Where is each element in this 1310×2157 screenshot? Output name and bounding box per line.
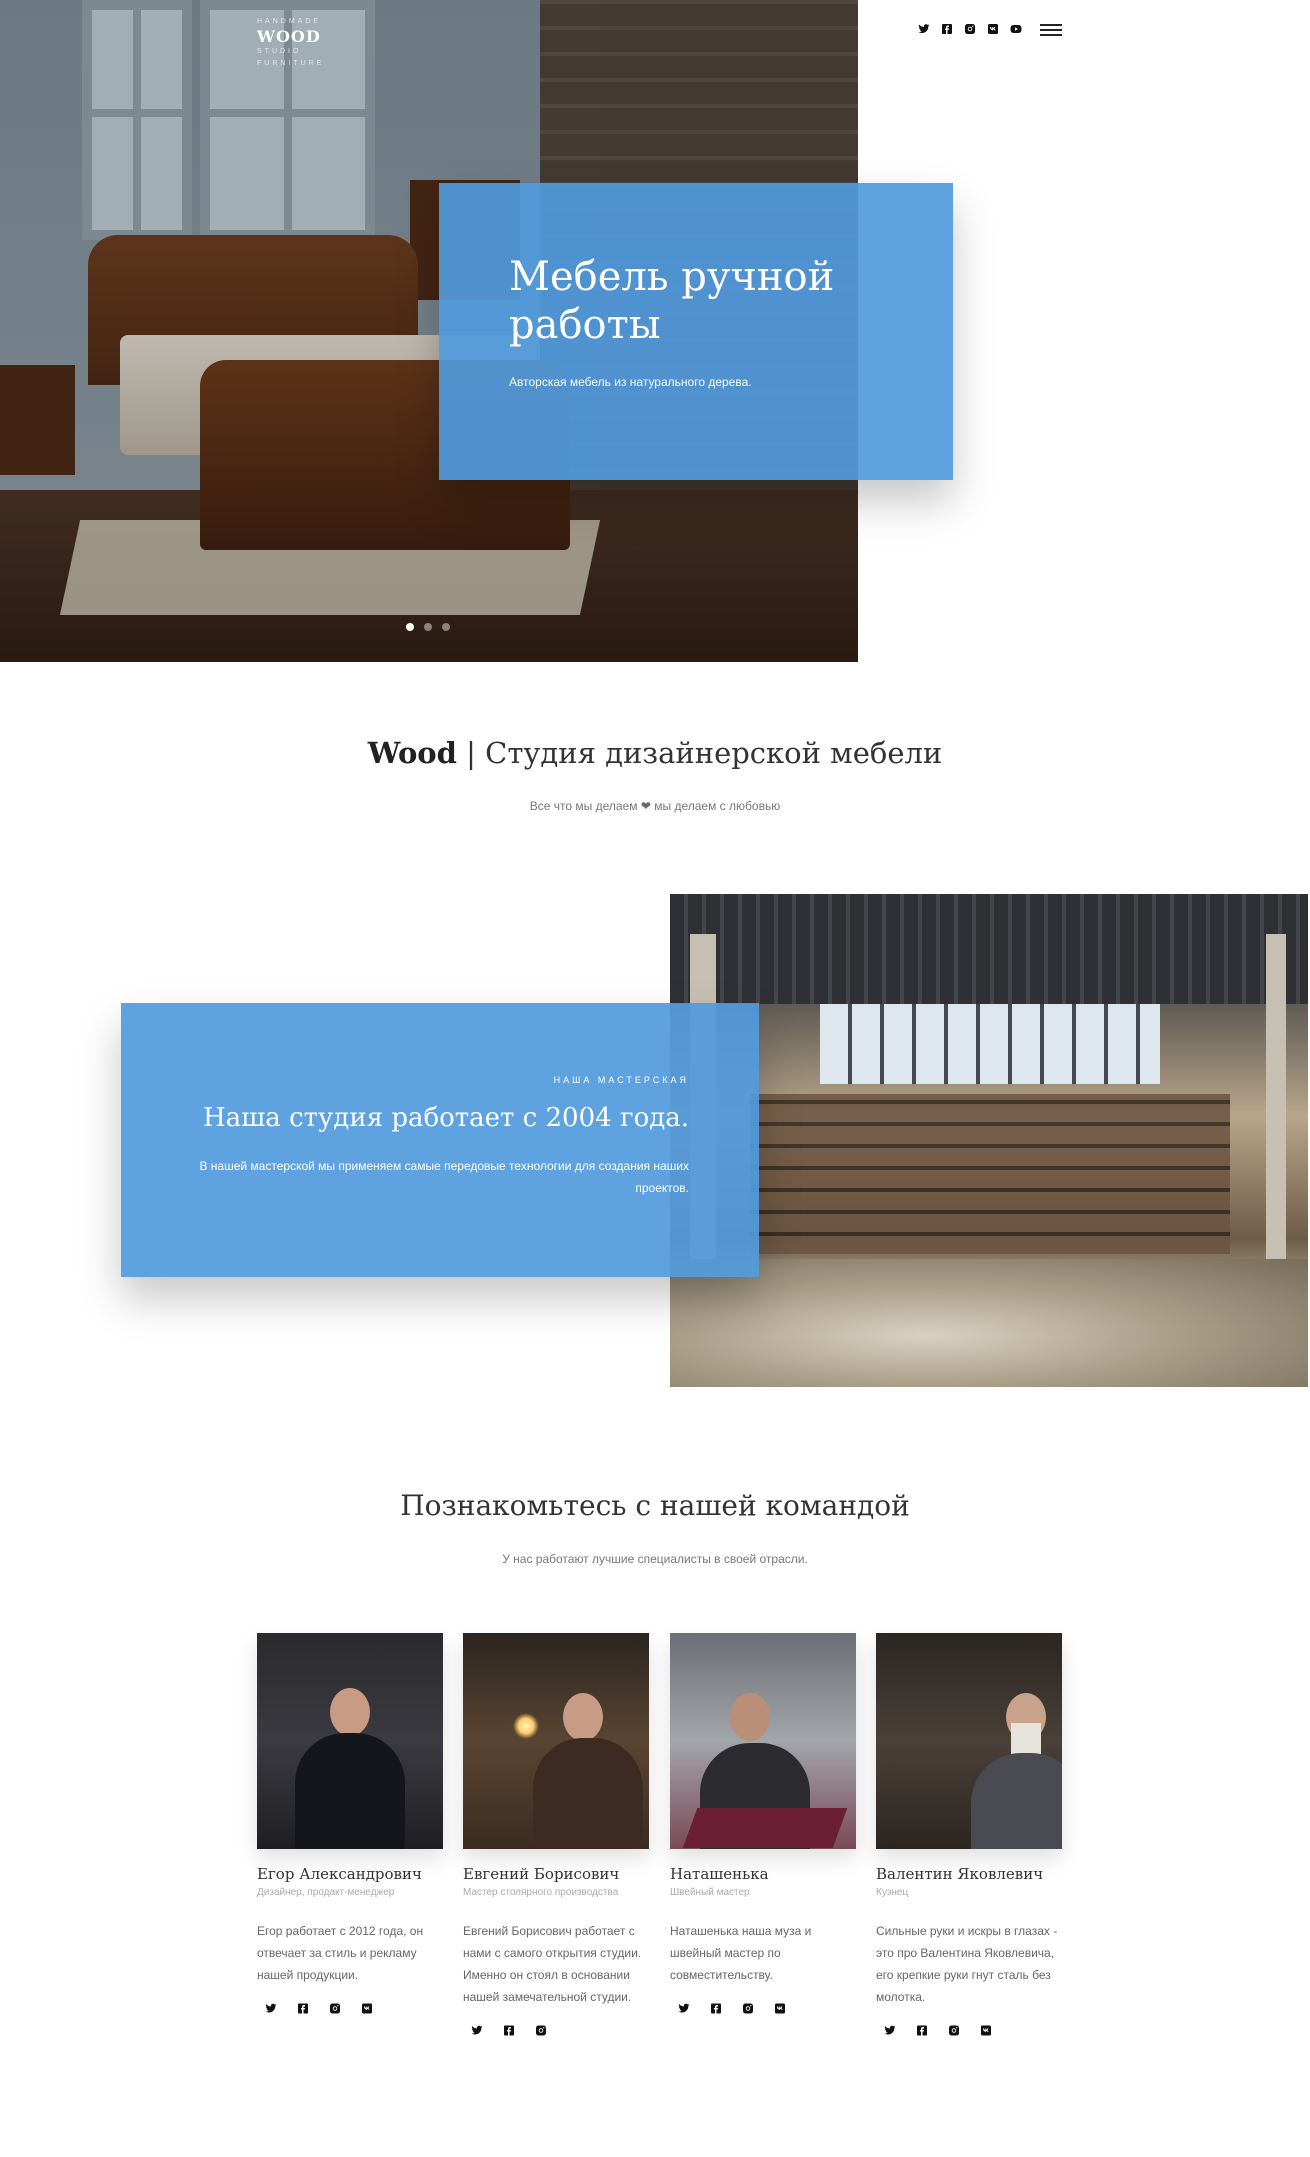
team-member-bio: Евгений Борисович работает с нами с само… bbox=[463, 1924, 642, 2004]
instagram-icon[interactable] bbox=[964, 23, 976, 35]
intro-subtitle-before: Все что мы делаем bbox=[529, 799, 638, 813]
studio-text: В нашей мастерской мы применяем самые пе… bbox=[199, 1159, 689, 1195]
team-member-social bbox=[670, 2002, 856, 2014]
twitter-icon[interactable] bbox=[918, 23, 930, 35]
team-title: Познакомьтесь с нашей командой bbox=[400, 1489, 910, 1522]
team-member-photo bbox=[876, 1633, 1062, 1849]
intro-title: Wood | Студия дизайнерской мебели bbox=[0, 736, 1310, 770]
workshop-image bbox=[670, 894, 1308, 1387]
twitter-icon[interactable] bbox=[471, 2024, 483, 2036]
vk-icon[interactable] bbox=[361, 2002, 373, 2014]
team-member-bio: Сильные руки и искры в глазах - это про … bbox=[876, 1924, 1058, 2004]
team-member-social bbox=[876, 2024, 1062, 2036]
instagram-icon[interactable] bbox=[742, 2002, 754, 2014]
logo-tagline-top: HANDMADE bbox=[257, 18, 322, 25]
team-subtitle: У нас работают лучшие специалисты в свое… bbox=[502, 1552, 808, 1566]
twitter-icon[interactable] bbox=[884, 2024, 896, 2036]
team-member-social bbox=[463, 2024, 649, 2036]
facebook-icon[interactable] bbox=[503, 2024, 515, 2036]
vk-icon[interactable] bbox=[774, 2002, 786, 2014]
logo-tagline-furniture: FURNITURE bbox=[257, 60, 325, 67]
intro-title-separator: | bbox=[466, 736, 476, 770]
team-member-role: Мастер столярного производства bbox=[463, 1887, 619, 1898]
vk-icon[interactable] bbox=[980, 2024, 992, 2036]
slider-dot-2[interactable] bbox=[424, 623, 432, 631]
twitter-icon[interactable] bbox=[678, 2002, 690, 2014]
team-member-name: Наташенька bbox=[670, 1865, 769, 1883]
hamburger-menu-icon[interactable] bbox=[1040, 24, 1062, 36]
team-member-card: Наташенька Швейный мастер Наташенька наш… bbox=[670, 1633, 856, 2014]
team-member-social bbox=[257, 2002, 443, 2014]
hero-title: Мебель ручной работы bbox=[509, 254, 835, 348]
instagram-icon[interactable] bbox=[329, 2002, 341, 2014]
studio-title: Наша студия работает с 2004 года. bbox=[202, 1103, 689, 1133]
intro-title-text: Студия дизайнерской мебели bbox=[485, 736, 943, 770]
facebook-icon[interactable] bbox=[297, 2002, 309, 2014]
instagram-icon[interactable] bbox=[948, 2024, 960, 2036]
team-member-card: Валентин Яковлевич Кузнец Сильные руки и… bbox=[876, 1633, 1062, 2036]
intro-title-brand: Wood bbox=[367, 736, 457, 770]
logo-tagline-studio: STUDIO bbox=[257, 48, 302, 55]
hero-subtitle: Авторская мебель из натурального дерева. bbox=[509, 375, 752, 389]
instagram-icon[interactable] bbox=[535, 2024, 547, 2036]
team-member-bio: Егор работает с 2012 года, он отвечает з… bbox=[257, 1924, 424, 1982]
facebook-icon[interactable] bbox=[916, 2024, 928, 2036]
team-member-name: Валентин Яковлевич bbox=[876, 1865, 1044, 1883]
studio-info-card: НАША МАСТЕРСКАЯ Наша студия работает с 2… bbox=[121, 1003, 759, 1277]
facebook-icon[interactable] bbox=[941, 23, 953, 35]
slider-dot-1[interactable] bbox=[406, 623, 414, 631]
team-member-card: Евгений Борисович Мастер столярного прои… bbox=[463, 1633, 649, 2036]
team-member-name: Евгений Борисович bbox=[463, 1865, 620, 1883]
team-member-bio: Наташенька наша муза и швейный мастер по… bbox=[670, 1924, 812, 1982]
team-member-card: Егор Александрович Дизайнер, продакт-мен… bbox=[257, 1633, 443, 2014]
team-member-role: Дизайнер, продакт-менеджер bbox=[257, 1887, 395, 1898]
team-member-photo bbox=[257, 1633, 443, 1849]
heart-icon: ❤ bbox=[640, 799, 651, 813]
slider-pagination bbox=[406, 623, 450, 631]
team-member-role: Швейный мастер bbox=[670, 1887, 750, 1898]
site-logo[interactable]: HANDMADE WOOD STUDIO FURNITURE bbox=[257, 18, 324, 70]
team-member-role: Кузнец bbox=[876, 1887, 909, 1898]
team-member-photo bbox=[670, 1633, 856, 1849]
team-member-photo bbox=[463, 1633, 649, 1849]
header-social-links bbox=[918, 23, 1022, 35]
vk-icon[interactable] bbox=[987, 23, 999, 35]
slider-dot-3[interactable] bbox=[442, 623, 450, 631]
intro-subtitle-after: мы делаем с любовью bbox=[654, 799, 781, 813]
team-member-name: Егор Александрович bbox=[257, 1865, 422, 1883]
logo-wordmark: WOOD bbox=[257, 27, 321, 46]
youtube-icon[interactable] bbox=[1010, 23, 1022, 35]
studio-kicker: НАША МАСТЕРСКАЯ bbox=[553, 1075, 689, 1085]
twitter-icon[interactable] bbox=[265, 2002, 277, 2014]
facebook-icon[interactable] bbox=[710, 2002, 722, 2014]
hero-caption-card: Мебель ручной работы Авторская мебель из… bbox=[439, 183, 953, 480]
intro-subtitle: Все что мы делаем ❤ мы делаем с любовью bbox=[0, 799, 1310, 813]
